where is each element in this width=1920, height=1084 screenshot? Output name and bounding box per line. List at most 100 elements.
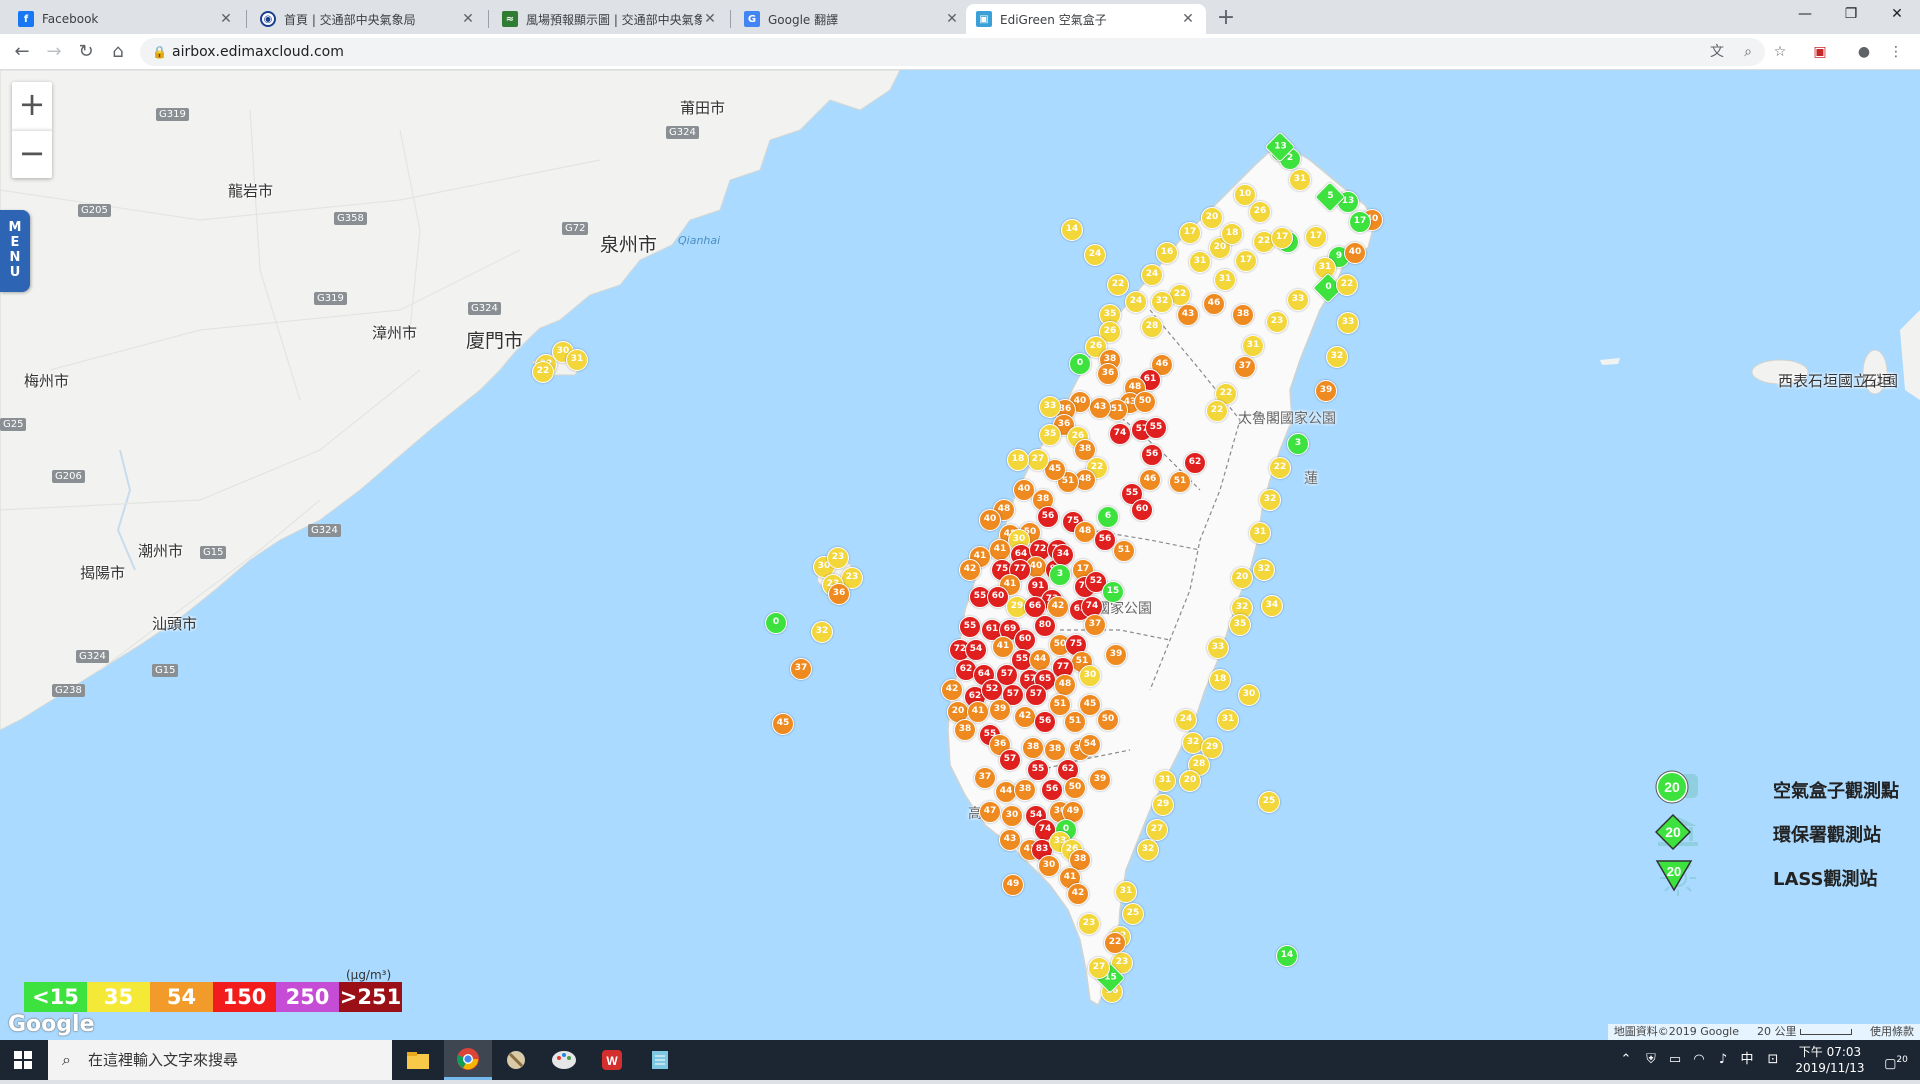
airbox-station-marker[interactable]: 36: [828, 583, 850, 605]
airbox-station-marker[interactable]: 30: [1001, 805, 1023, 827]
taskbar-search-box[interactable]: ⌕ 在這裡輸入文字來搜尋: [48, 1040, 392, 1080]
tab-edigreen[interactable]: ▣ EdiGreen 空氣盒子 ✕: [966, 4, 1206, 34]
reload-button[interactable]: ↻: [72, 39, 100, 65]
close-icon[interactable]: ✕: [218, 11, 234, 27]
zoom-out-button[interactable]: −: [12, 130, 52, 178]
tab-google-translate[interactable]: G Google 翻譯 ✕: [734, 4, 970, 34]
airbox-station-marker[interactable]: 55: [1027, 759, 1049, 781]
airbox-station-marker[interactable]: 31: [1217, 709, 1239, 731]
airbox-station-marker[interactable]: 31: [1242, 335, 1264, 357]
airbox-station-marker[interactable]: 42: [1014, 706, 1036, 728]
airbox-station-marker[interactable]: 20: [1231, 567, 1253, 589]
airbox-station-marker[interactable]: 17: [1271, 227, 1293, 249]
airbox-station-marker[interactable]: 32: [1259, 489, 1281, 511]
airbox-station-marker[interactable]: 32: [1151, 291, 1173, 313]
airbox-station-marker[interactable]: 38: [954, 719, 976, 741]
airbox-station-marker[interactable]: 42: [941, 679, 963, 701]
airbox-station-marker[interactable]: 39: [989, 699, 1011, 721]
airbox-station-marker[interactable]: 34: [1261, 595, 1283, 617]
airbox-station-marker[interactable]: 51: [1169, 471, 1191, 493]
restore-button[interactable]: ❐: [1828, 0, 1874, 30]
airbox-station-marker[interactable]: 24: [1141, 264, 1163, 286]
airbox-station-marker[interactable]: 41: [989, 539, 1011, 561]
close-icon[interactable]: ✕: [944, 11, 960, 27]
airbox-station-marker[interactable]: 16: [1156, 242, 1178, 264]
ime-mode-icon[interactable]: ⊡: [1762, 1040, 1784, 1080]
airbox-station-marker[interactable]: 22: [532, 361, 554, 383]
close-icon[interactable]: ✕: [1180, 11, 1196, 27]
airbox-station-marker[interactable]: 3: [1287, 433, 1309, 455]
airbox-station-marker[interactable]: 23: [1078, 913, 1100, 935]
airbox-station-marker[interactable]: 32: [1137, 839, 1159, 861]
airbox-station-marker[interactable]: 74: [1109, 423, 1131, 445]
airbox-station-marker[interactable]: 15: [1102, 581, 1124, 603]
airbox-station-marker[interactable]: 31: [1115, 881, 1137, 903]
airbox-station-marker[interactable]: 23: [827, 547, 849, 569]
notepad-icon[interactable]: [636, 1040, 684, 1080]
airbox-station-marker[interactable]: 55: [1145, 417, 1167, 439]
airbox-station-marker[interactable]: 50: [1064, 777, 1086, 799]
airbox-station-marker[interactable]: 44: [1029, 649, 1051, 671]
airbox-station-marker[interactable]: 32: [811, 621, 833, 643]
airbox-station-marker[interactable]: 48: [1054, 674, 1076, 696]
airbox-station-marker[interactable]: 60: [1014, 629, 1036, 651]
airbox-station-marker[interactable]: 43: [1089, 397, 1111, 419]
file-explorer-icon[interactable]: [394, 1040, 442, 1080]
airbox-station-marker[interactable]: 39: [1315, 380, 1337, 402]
airbox-station-marker[interactable]: 27: [1027, 449, 1049, 471]
airbox-station-marker[interactable]: 38: [1014, 779, 1036, 801]
air-quality-map[interactable]: 莆田市 龍岩市 泉州市 漳州市 廈門市 梅州市 潮州市 揭陽市 汕頭市 西表石垣國立公園 石垣 太魯閣…: [0, 70, 1920, 1040]
airbox-station-marker[interactable]: 22: [1336, 274, 1358, 296]
security-icon[interactable]: ⛨: [1640, 1040, 1662, 1080]
airbox-station-marker[interactable]: 22: [1107, 274, 1129, 296]
airbox-station-marker[interactable]: 20: [1179, 770, 1201, 792]
airbox-station-marker[interactable]: 37: [974, 767, 996, 789]
airbox-station-marker[interactable]: 6: [1097, 506, 1119, 528]
airbox-station-marker[interactable]: 31: [1289, 169, 1311, 191]
zoom-icon[interactable]: ⌕: [1736, 40, 1760, 64]
airbox-station-marker[interactable]: 55: [959, 616, 981, 638]
airbox-station-marker[interactable]: 54: [965, 639, 987, 661]
tab-facebook[interactable]: f Facebook ✕: [8, 4, 244, 34]
airbox-station-marker[interactable]: 32: [1326, 346, 1348, 368]
airbox-station-marker[interactable]: 35: [1229, 614, 1251, 636]
airbox-station-marker[interactable]: 35: [1039, 424, 1061, 446]
minimize-button[interactable]: —: [1782, 0, 1828, 30]
airbox-station-marker[interactable]: 51: [1113, 540, 1135, 562]
wps-icon[interactable]: W: [588, 1040, 636, 1080]
airbox-station-marker[interactable]: 42: [959, 559, 981, 581]
airbox-station-marker[interactable]: 22: [1269, 457, 1291, 479]
airbox-station-marker[interactable]: 23: [1266, 311, 1288, 333]
airbox-station-marker[interactable]: 56: [1034, 711, 1056, 733]
new-tab-button[interactable]: +: [1212, 5, 1240, 33]
airbox-station-marker[interactable]: 37: [790, 658, 812, 680]
airbox-station-marker[interactable]: 22: [1206, 400, 1228, 422]
airbox-station-marker[interactable]: 33: [1337, 312, 1359, 334]
airbox-station-marker[interactable]: 42: [1047, 596, 1069, 618]
airbox-station-marker[interactable]: 45: [772, 713, 794, 735]
extension-icon[interactable]: ▣: [1808, 40, 1832, 64]
airbox-station-marker[interactable]: 43: [1177, 304, 1199, 326]
airbox-station-marker[interactable]: 38: [1044, 739, 1066, 761]
bookmark-star-icon[interactable]: ☆: [1768, 40, 1792, 64]
airbox-station-marker[interactable]: 22: [1104, 932, 1126, 954]
airbox-station-marker[interactable]: 25: [1258, 791, 1280, 813]
menu-dots-icon[interactable]: ⋮: [1884, 40, 1908, 64]
home-button[interactable]: ⌂: [104, 39, 132, 65]
volume-icon[interactable]: ♪: [1712, 1040, 1734, 1080]
airbox-station-marker[interactable]: 24: [1125, 291, 1147, 313]
airbox-station-marker[interactable]: 60: [1131, 499, 1153, 521]
start-button[interactable]: [0, 1040, 46, 1080]
airbox-station-marker[interactable]: 24: [1175, 709, 1197, 731]
menu-button[interactable]: MENU: [0, 210, 30, 292]
tab-cwb-home[interactable]: ◉ 首頁 | 交通部中央氣象局 ✕: [250, 4, 486, 34]
snipping-tool-icon[interactable]: [492, 1040, 540, 1080]
airbox-station-marker[interactable]: 27: [1146, 819, 1168, 841]
airbox-station-marker[interactable]: 49: [1002, 874, 1024, 896]
notification-center-icon[interactable]: ▢20: [1876, 1040, 1916, 1080]
airbox-station-marker[interactable]: 18: [1209, 669, 1231, 691]
airbox-station-marker[interactable]: 31: [1249, 522, 1271, 544]
airbox-station-marker[interactable]: 46: [1203, 293, 1225, 315]
airbox-station-marker[interactable]: 20: [1201, 207, 1223, 229]
wifi-icon[interactable]: ◠: [1688, 1040, 1710, 1080]
